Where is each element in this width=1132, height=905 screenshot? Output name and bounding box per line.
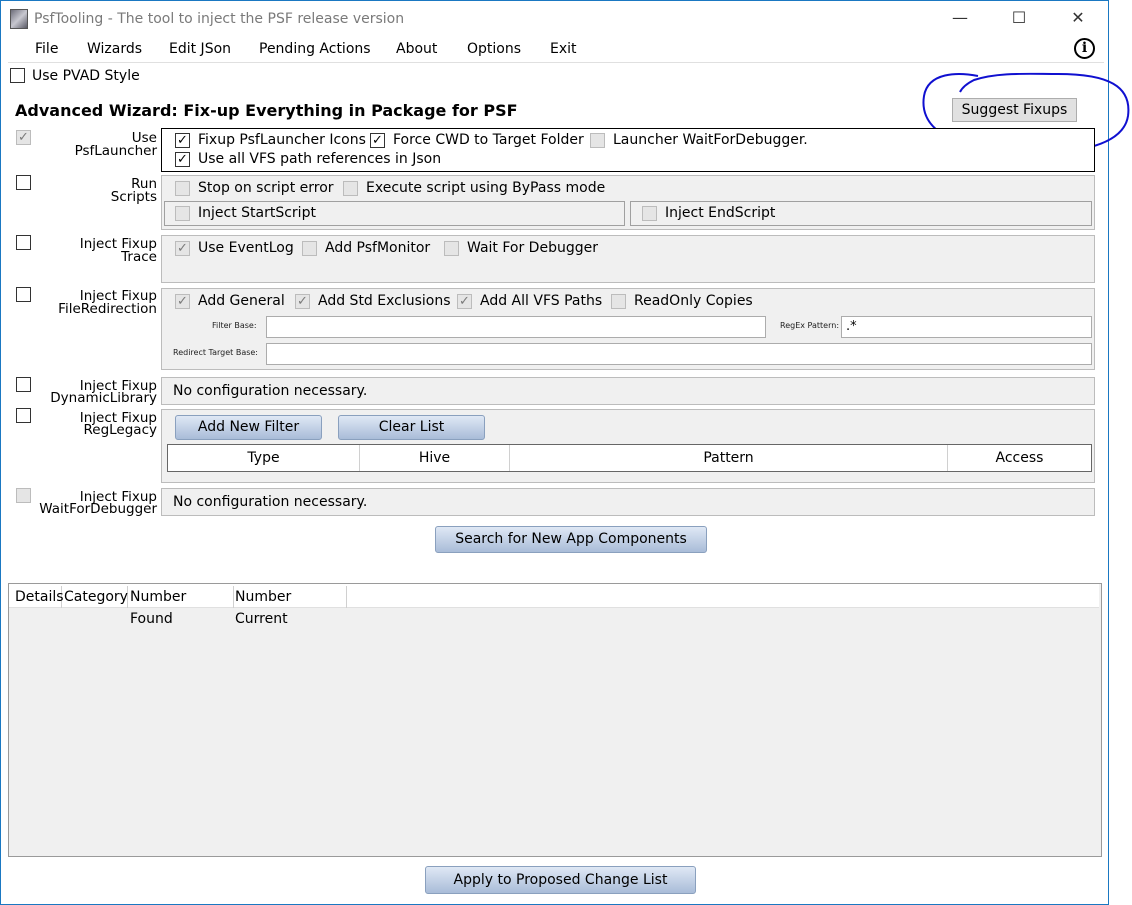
results-column-category[interactable]: Category <box>58 586 128 608</box>
search-components-button[interactable]: Search for New App Components <box>435 526 707 553</box>
window-title: PsfTooling - The tool to inject the PSF … <box>34 11 405 27</box>
wait-for-debugger-checkbox[interactable] <box>16 488 31 503</box>
end-script-label: Inject EndScript <box>665 205 776 221</box>
menu-about[interactable]: About <box>396 41 437 57</box>
bypass-label: Execute script using ByPass mode <box>366 180 606 196</box>
info-icon[interactable]: i <box>1074 38 1095 59</box>
wizard-title: Advanced Wizard: Fix-up Everything in Pa… <box>15 101 518 120</box>
menu-divider <box>8 62 1104 63</box>
clear-list-button[interactable]: Clear List <box>338 415 485 440</box>
pvad-label: Use PVAD Style <box>32 68 140 84</box>
redirect-target-label: Redirect Target Base: <box>173 348 259 357</box>
menu-edit-json[interactable]: Edit JSon <box>169 41 231 57</box>
trace-checkbox[interactable] <box>16 235 31 250</box>
column-access[interactable]: Access <box>948 445 1091 471</box>
menu-file[interactable]: File <box>35 41 58 57</box>
psf-monitor-label: Add PsfMonitor <box>325 240 431 256</box>
dynamic-library-note: No configuration necessary. <box>173 383 368 399</box>
trace-wait-debugger-checkbox[interactable] <box>444 241 459 256</box>
event-log-label: Use EventLog <box>198 240 294 256</box>
menu-wizards[interactable]: Wizards <box>87 41 142 57</box>
force-cwd-label: Force CWD to Target Folder <box>393 132 584 148</box>
force-cwd-checkbox[interactable]: ✓ <box>370 133 385 148</box>
launcher-checkbox[interactable]: ✓ <box>16 130 31 145</box>
end-script-checkbox[interactable] <box>642 206 657 221</box>
event-log-checkbox[interactable]: ✓ <box>175 241 190 256</box>
menu-exit[interactable]: Exit <box>550 41 577 57</box>
file-redirection-label-line2: FileRedirection <box>58 301 157 317</box>
start-script-checkbox[interactable] <box>175 206 190 221</box>
dynamic-library-label-line2: DynamicLibrary <box>50 390 157 406</box>
minimize-button[interactable]: — <box>945 8 975 27</box>
results-column-number-found[interactable]: Number Found <box>124 586 234 627</box>
close-button[interactable]: ✕ <box>1063 8 1093 27</box>
wait-for-debugger-label-line2: WaitForDebugger <box>39 501 157 517</box>
column-pattern[interactable]: Pattern <box>510 445 948 471</box>
results-column-number-current[interactable]: Number Current <box>229 586 347 627</box>
filter-base-label: Filter Base: <box>212 321 257 330</box>
wait-for-debugger-note: No configuration necessary. <box>173 494 368 510</box>
readonly-label: ReadOnly Copies <box>634 293 753 309</box>
launcher-wait-debugger-label: Launcher WaitForDebugger. <box>613 132 808 148</box>
maximize-button[interactable]: ☐ <box>1004 8 1034 27</box>
launcher-label-line2: PsfLauncher <box>74 143 157 159</box>
stop-on-error-label: Stop on script error <box>198 180 334 196</box>
add-general-label: Add General <box>198 293 285 309</box>
pvad-checkbox[interactable] <box>10 68 25 83</box>
bypass-checkbox[interactable] <box>343 181 358 196</box>
trace-label-line2: Trace <box>121 249 157 265</box>
file-redirection-checkbox[interactable] <box>16 287 31 302</box>
regex-label: RegEx Pattern: <box>780 321 840 330</box>
start-script-label: Inject StartScript <box>198 205 316 221</box>
menu-pending-actions[interactable]: Pending Actions <box>259 41 371 57</box>
use-vfs-label: Use all VFS path references in Json <box>198 151 442 167</box>
all-vfs-checkbox[interactable]: ✓ <box>457 294 472 309</box>
reg-legacy-label-line2: RegLegacy <box>83 422 158 438</box>
all-vfs-label: Add All VFS Paths <box>480 293 603 309</box>
filter-base-input[interactable] <box>266 316 766 338</box>
readonly-checkbox[interactable] <box>611 294 626 309</box>
menu-options[interactable]: Options <box>467 41 521 57</box>
app-icon <box>10 9 28 29</box>
std-exclusions-label: Add Std Exclusions <box>318 293 451 309</box>
column-type[interactable]: Type <box>168 445 360 471</box>
add-general-checkbox[interactable]: ✓ <box>175 294 190 309</box>
scripts-label-line2: Scripts <box>110 189 157 205</box>
use-vfs-checkbox[interactable]: ✓ <box>175 152 190 167</box>
stop-on-error-checkbox[interactable] <box>175 181 190 196</box>
column-hive[interactable]: Hive <box>360 445 510 471</box>
add-new-filter-button[interactable]: Add New Filter <box>175 415 322 440</box>
dynamic-library-checkbox[interactable] <box>16 377 31 392</box>
launcher-wait-debugger-checkbox[interactable] <box>590 133 605 148</box>
psf-monitor-checkbox[interactable] <box>302 241 317 256</box>
reg-legacy-checkbox[interactable] <box>16 408 31 423</box>
scripts-checkbox[interactable] <box>16 175 31 190</box>
redirect-target-input[interactable] <box>266 343 1092 365</box>
trace-wait-debugger-label: Wait For Debugger <box>467 240 598 256</box>
regex-input[interactable]: .* <box>841 316 1092 338</box>
apply-button[interactable]: Apply to Proposed Change List <box>425 866 696 894</box>
fixup-icons-label: Fixup PsfLauncher Icons <box>198 132 366 148</box>
results-column-details[interactable]: Details <box>9 586 64 608</box>
std-exclusions-checkbox[interactable]: ✓ <box>295 294 310 309</box>
fixup-icons-checkbox[interactable]: ✓ <box>175 133 190 148</box>
